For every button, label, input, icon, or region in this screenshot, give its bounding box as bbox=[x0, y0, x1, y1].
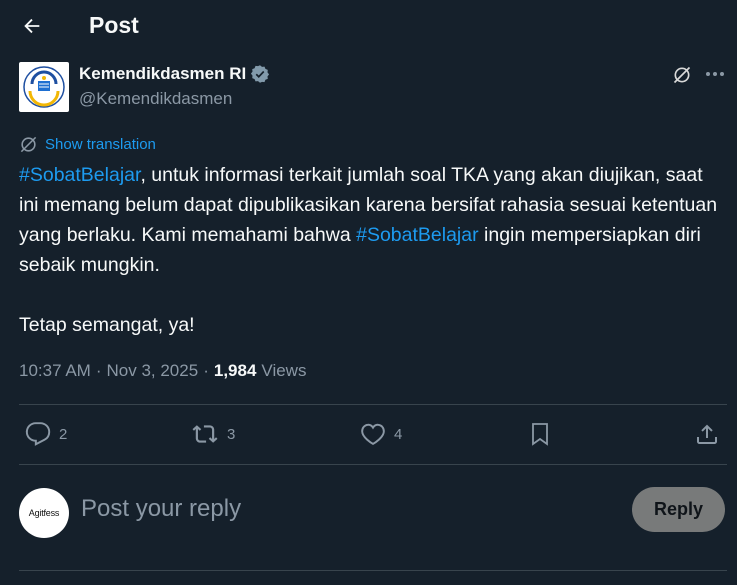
show-translation-label: Show translation bbox=[45, 136, 156, 153]
heart-icon bbox=[361, 423, 385, 445]
show-translation-link[interactable]: Show translation bbox=[19, 135, 156, 154]
meta-separator: · bbox=[203, 361, 209, 380]
author-name[interactable]: Kemendikdasmen RI bbox=[79, 64, 270, 84]
grok-translate-icon bbox=[20, 136, 37, 153]
repost-count: 3 bbox=[227, 425, 236, 443]
bookmark-action-button[interactable] bbox=[528, 405, 552, 463]
post-paragraph: #SobatBelajar, untuk informasi terkait j… bbox=[19, 160, 719, 280]
author-avatar[interactable] bbox=[19, 62, 69, 112]
like-count: 4 bbox=[394, 425, 403, 443]
back-arrow-icon[interactable] bbox=[18, 12, 46, 40]
verified-badge-icon bbox=[251, 65, 270, 83]
repost-icon bbox=[192, 425, 218, 443]
share-action-button[interactable] bbox=[695, 405, 719, 463]
post-time[interactable]: 10:37 AM bbox=[19, 361, 91, 381]
reply-count: 2 bbox=[59, 425, 68, 443]
user-avatar[interactable]: Agitfess bbox=[19, 488, 69, 538]
like-action-button[interactable]: 4 bbox=[360, 405, 402, 463]
post-text: #SobatBelajar, untuk informasi terkait j… bbox=[19, 160, 719, 340]
page-title: Post bbox=[89, 12, 139, 38]
hashtag-link[interactable]: #SobatBelajar bbox=[356, 224, 479, 246]
bookmark-icon bbox=[532, 423, 548, 446]
share-icon bbox=[697, 424, 717, 444]
meta-separator: · bbox=[95, 361, 102, 380]
user-avatar-text: Agitfess bbox=[28, 508, 60, 518]
action-bar: 2 3 4 bbox=[0, 405, 737, 463]
views-label: Views bbox=[261, 361, 307, 380]
repost-action-button[interactable]: 3 bbox=[191, 405, 235, 463]
author-name-text: Kemendikdasmen RI bbox=[79, 64, 247, 83]
reply-input[interactable]: Post your reply bbox=[81, 495, 241, 523]
post-meta: 10:37 AM · Nov 3, 2025 · 1,984 Views bbox=[19, 361, 306, 381]
views-count: 1,984 bbox=[213, 361, 257, 380]
more-options-icon[interactable] bbox=[701, 62, 729, 86]
reply-icon bbox=[25, 422, 51, 446]
reply-composer: Agitfess Post your reply Reply bbox=[0, 465, 737, 557]
reply-action-button[interactable]: 2 bbox=[25, 405, 67, 463]
post-date[interactable]: Nov 3, 2025 bbox=[107, 361, 199, 381]
top-bar: Post bbox=[0, 0, 737, 54]
grok-icon[interactable] bbox=[670, 63, 694, 87]
reply-button[interactable]: Reply bbox=[632, 487, 725, 532]
hashtag-link[interactable]: #SobatBelajar bbox=[19, 164, 140, 186]
author-handle[interactable]: @Kemendikdasmen bbox=[79, 89, 232, 109]
divider bbox=[19, 570, 727, 571]
ministry-logo-icon bbox=[23, 66, 65, 108]
post-closing: Tetap semangat, ya! bbox=[19, 314, 195, 336]
